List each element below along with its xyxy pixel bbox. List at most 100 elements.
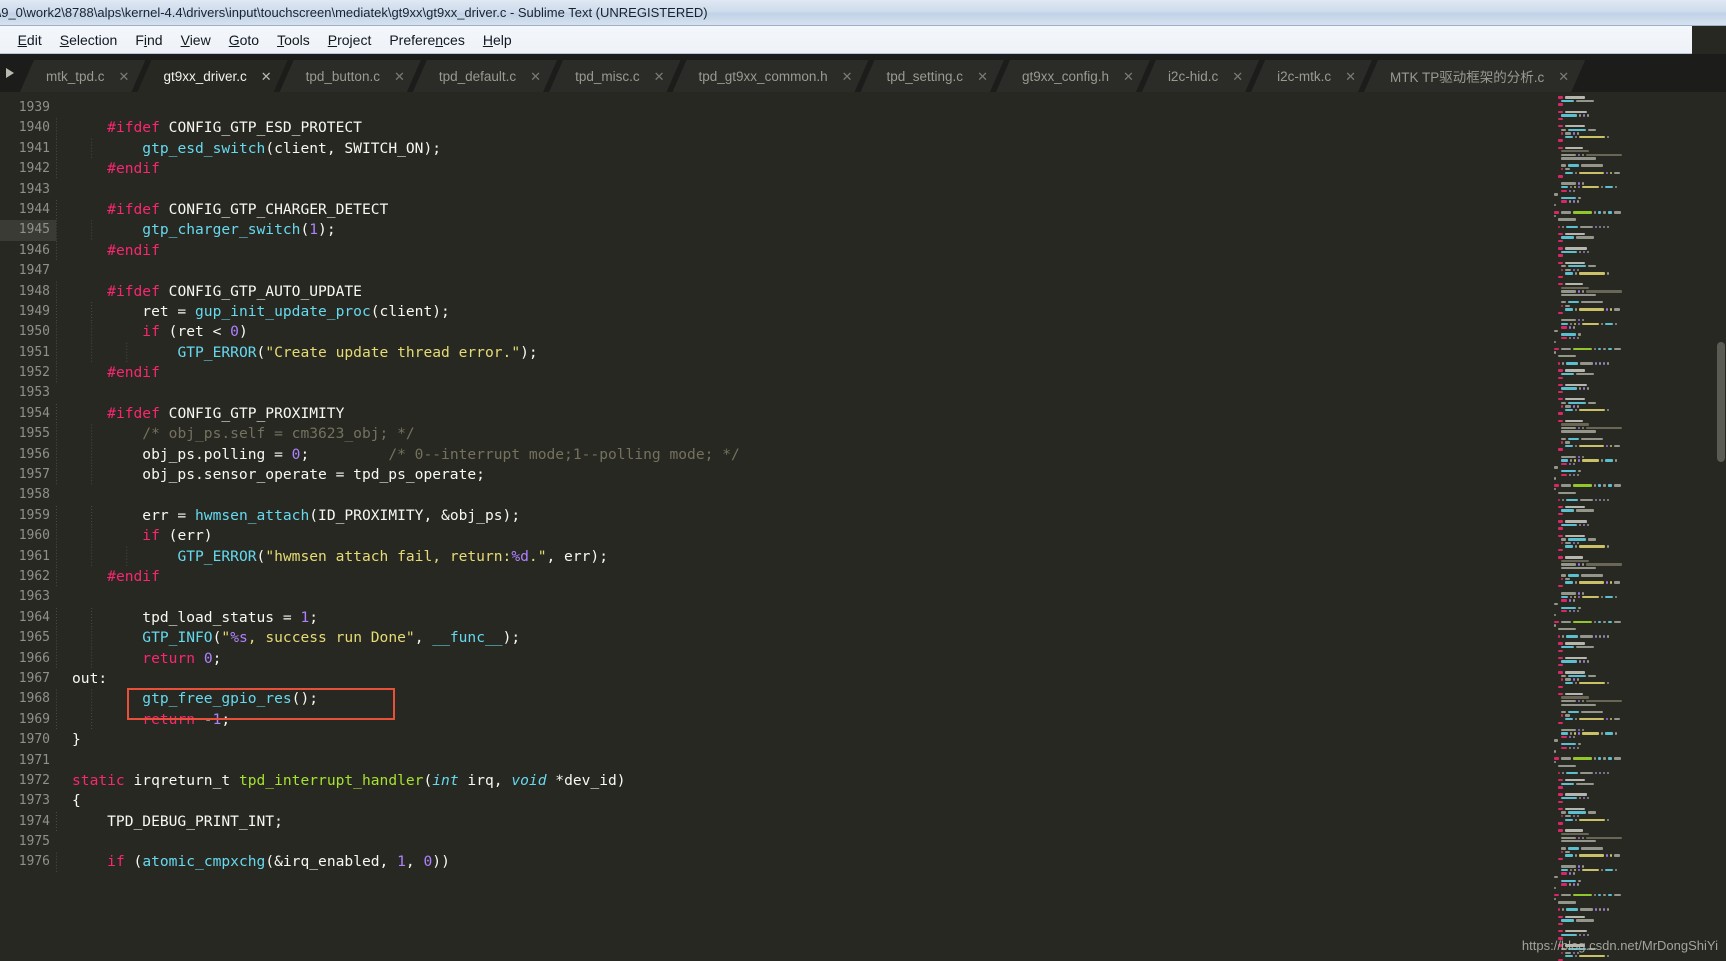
code-token: (); (291, 690, 319, 708)
menu-item-tools[interactable]: Tools (268, 28, 319, 52)
code-line[interactable]: GTP_ERROR("Create update thread error.")… (72, 343, 1726, 363)
code-line[interactable] (72, 832, 1726, 852)
tab-tpd-misc-c[interactable]: tpd_misc.c ✕ (549, 60, 680, 92)
code-token: #endif (107, 160, 160, 178)
code-line[interactable]: return -1; (72, 710, 1726, 730)
code-line[interactable]: static irqreturn_t tpd_interrupt_handler… (72, 771, 1726, 791)
code-line[interactable]: return 0; (72, 649, 1726, 669)
scrollbar-thumb[interactable] (1717, 342, 1725, 462)
code-token: (ret < (159, 323, 231, 341)
code-line[interactable]: ret = gup_init_update_proc(client); (72, 302, 1726, 322)
code-line[interactable]: obj_ps.sensor_operate = tpd_ps_operate; (72, 465, 1726, 485)
code-line[interactable]: } (72, 730, 1726, 750)
code-token: CONFIG_GTP_PROXIMITY (159, 404, 345, 422)
code-line[interactable]: out: (72, 669, 1726, 689)
code-line[interactable] (72, 485, 1726, 505)
code-editor[interactable]: 1939 1940 1941 1942 1943 1944 1945 1946 1947 1948… (0, 92, 1726, 961)
menu-item-goto[interactable]: Goto (220, 28, 268, 52)
line-number-value: 1951 (18, 344, 50, 360)
tab-label: tpd_setting.c (886, 68, 964, 84)
line-number: 1946 (0, 241, 56, 261)
code-line[interactable]: #ifdef CONFIG_GTP_AUTO_UPDATE (72, 282, 1726, 302)
menu-item-view[interactable]: View (172, 28, 220, 52)
close-icon[interactable]: ✕ (394, 70, 405, 83)
line-number-value: 1961 (18, 548, 50, 564)
code-line[interactable] (72, 751, 1726, 771)
menu-item-preferences[interactable]: Preferences (380, 28, 474, 52)
code-line[interactable]: GTP_ERROR("hwmsen attach fail, return:%d… (72, 547, 1726, 567)
tab-tpd-gt9xx-common-h[interactable]: tpd_gt9xx_common.h ✕ (673, 60, 869, 92)
menu-item-selection[interactable]: Selection (51, 28, 127, 52)
code-line[interactable]: if (err) (72, 526, 1726, 546)
tab-mtk-tp-c[interactable]: MTK TP驱动框架的分析.c ✕ (1364, 60, 1585, 92)
code-line[interactable]: #endif (72, 363, 1726, 383)
code-line[interactable]: gtp_esd_switch(client, SWITCH_ON); (72, 139, 1726, 159)
close-icon[interactable]: ✕ (261, 70, 272, 83)
code-line[interactable]: if (atomic_cmpxchg(&irq_enabled, 1, 0)) (72, 852, 1726, 872)
code-token: TPD_DEBUG_PRINT_INT; (72, 812, 283, 830)
code-token: "Create update thread error." (265, 343, 521, 361)
code-line[interactable]: #endif (72, 241, 1726, 261)
tab-mtk-tpd-c[interactable]: mtk_tpd.c ✕ (20, 60, 145, 92)
close-icon[interactable]: ✕ (1345, 70, 1356, 83)
code-line[interactable] (72, 383, 1726, 403)
code-token: (client); (370, 302, 450, 320)
close-icon[interactable]: ✕ (977, 70, 988, 83)
code-line[interactable]: GTP_INFO("%s, success run Done", __func_… (72, 628, 1726, 648)
line-number: 1944 (0, 200, 56, 220)
code-token: - (195, 710, 213, 728)
code-line[interactable]: #endif (72, 567, 1726, 587)
code-token: tpd_load_status = (72, 608, 301, 626)
close-icon[interactable]: ✕ (530, 70, 541, 83)
tab-tpd-default-c[interactable]: tpd_default.c ✕ (413, 60, 557, 92)
line-number-value: 1966 (18, 650, 50, 666)
tab-gt9xx-config-h[interactable]: gt9xx_config.h ✕ (996, 60, 1150, 92)
code-line[interactable] (72, 180, 1726, 200)
menu-item-edit[interactable]: Edit (9, 28, 51, 52)
code-line[interactable]: TPD_DEBUG_PRINT_INT; (72, 812, 1726, 832)
code-content[interactable]: #ifdef CONFIG_GTP_ESD_PROTECT gtp_esd_sw… (56, 92, 1726, 961)
code-line[interactable]: gtp_free_gpio_res(); (72, 689, 1726, 709)
vertical-scrollbar[interactable] (1716, 92, 1726, 961)
code-line[interactable]: tpd_load_status = 1; (72, 608, 1726, 628)
menu-item-find[interactable]: Find (126, 28, 171, 52)
close-icon[interactable]: ✕ (842, 70, 853, 83)
line-number: 1953 (0, 383, 56, 403)
code-line[interactable]: if (ret < 0) (72, 322, 1726, 342)
line-number-value: 1949 (18, 303, 50, 319)
code-line[interactable] (72, 98, 1726, 118)
editor-minimap[interactable] (1550, 92, 1726, 961)
close-icon[interactable]: ✕ (1558, 70, 1569, 83)
close-icon[interactable]: ✕ (1123, 70, 1134, 83)
tab-i2c-hid-c[interactable]: i2c-hid.c ✕ (1142, 60, 1259, 92)
code-token: ; (309, 608, 319, 626)
close-icon[interactable]: ✕ (119, 70, 130, 83)
code-line[interactable]: { (72, 791, 1726, 811)
tab-tpd-setting-c[interactable]: tpd_setting.c ✕ (861, 60, 1004, 92)
tab-tpd-button-c[interactable]: tpd_button.c ✕ (280, 60, 421, 92)
menu-item-help[interactable]: Help (474, 28, 521, 52)
watermark-text: https://blog.csdn.net/MrDongShiYi (1521, 938, 1718, 953)
close-icon[interactable]: ✕ (654, 70, 665, 83)
code-line[interactable]: /* obj_ps.self = cm3623_obj; */ (72, 424, 1726, 444)
code-line[interactable]: #endif (72, 159, 1726, 179)
code-line[interactable]: err = hwmsen_attach(ID_PROXIMITY, &obj_p… (72, 506, 1726, 526)
close-icon[interactable]: ✕ (1232, 70, 1243, 83)
code-token: CONFIG_GTP_AUTO_UPDATE (159, 282, 362, 300)
line-number: 1965 (0, 628, 56, 648)
code-line[interactable]: #ifdef CONFIG_GTP_PROXIMITY (72, 404, 1726, 424)
window-title: :\9_0\work2\8788\alps\kernel-4.4\drivers… (0, 5, 708, 20)
tab-i2c-mtk-c[interactable]: i2c-mtk.c ✕ (1251, 60, 1372, 92)
code-line[interactable]: #ifdef CONFIG_GTP_ESD_PROTECT (72, 118, 1726, 138)
menu-item-file[interactable]: File (0, 28, 9, 52)
code-line[interactable]: obj_ps.polling = 0; /* 0--interrupt mode… (72, 445, 1726, 465)
menu-item-project[interactable]: Project (319, 28, 381, 52)
code-line[interactable] (72, 261, 1726, 281)
code-line[interactable]: #ifdef CONFIG_GTP_CHARGER_DETECT (72, 200, 1726, 220)
code-line[interactable]: gtp_charger_switch(1); (72, 220, 1726, 240)
code-line[interactable] (72, 587, 1726, 607)
tab-gt9xx-driver-c[interactable]: gt9xx_driver.c ✕ (137, 60, 287, 92)
tab-scroll-left-icon[interactable] (0, 54, 20, 92)
